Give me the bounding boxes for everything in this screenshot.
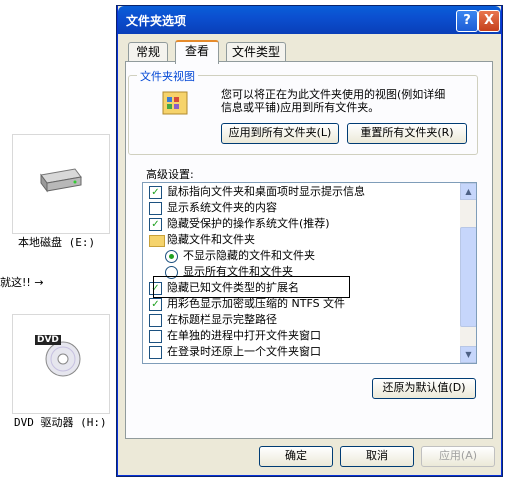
- radio-selected[interactable]: [165, 250, 178, 263]
- tab-file-types[interactable]: 文件类型: [226, 42, 286, 62]
- checkbox-unchecked[interactable]: [149, 330, 162, 343]
- folder-icon: [149, 235, 165, 247]
- checkbox-unchecked[interactable]: [149, 202, 162, 215]
- help-button[interactable]: ?: [456, 10, 478, 32]
- local-disk-tile[interactable]: [12, 134, 110, 234]
- tab-view[interactable]: 查看: [175, 40, 219, 64]
- folder-options-dialog: 文件夹选项 ? X 常规 查看 文件类型 文件夹视图 您可以将正在为此文件夹使用…: [117, 6, 502, 476]
- setting-label: 显示系统文件夹的内容: [167, 201, 277, 214]
- setting-label: 用彩色显示加密或压缩的 NTFS 文件: [167, 297, 346, 310]
- checkbox-unchecked[interactable]: [149, 346, 162, 359]
- dvd-drive-label: DVD 驱动器 (H:): [14, 416, 107, 429]
- scroll-thumb[interactable]: [460, 227, 476, 327]
- dvd-badge: DVD: [35, 335, 61, 345]
- cancel-button[interactable]: 取消: [340, 446, 414, 467]
- checkbox-checked[interactable]: ✓: [149, 186, 162, 199]
- checkbox-unchecked[interactable]: [149, 314, 162, 327]
- folder-view-icon: [162, 91, 188, 115]
- restore-defaults-button[interactable]: 还原为默认值(D): [372, 378, 476, 399]
- folder-view-desc-2: 信息或平铺)应用到所有文件夹。: [221, 101, 380, 114]
- scroll-up-icon[interactable]: ▲: [460, 183, 476, 200]
- checkbox-checked[interactable]: ✓: [149, 298, 162, 311]
- advanced-settings-label: 高级设置:: [146, 168, 194, 181]
- title-bar[interactable]: 文件夹选项 ? X: [118, 6, 501, 34]
- setting-label: 不显示隐藏的文件和文件夹: [183, 249, 315, 262]
- hard-drive-icon: [40, 168, 82, 193]
- tab-general[interactable]: 常规: [128, 42, 168, 62]
- annotation-text: 就这!! →: [0, 276, 44, 289]
- setting-label: 在登录时还原上一个文件夹窗口: [167, 345, 321, 358]
- advanced-settings-list[interactable]: ✓ 鼠标指向文件夹和桌面项时显示提示信息 显示系统文件夹的内容 ✓ 隐藏受保护的…: [142, 182, 477, 364]
- setting-label: 隐藏受保护的操作系统文件(推荐): [167, 217, 330, 230]
- apply-button[interactable]: 应用(A): [421, 446, 495, 467]
- checkbox-checked[interactable]: ✓: [149, 218, 162, 231]
- setting-label: 在标题栏显示完整路径: [167, 313, 277, 326]
- scroll-down-icon[interactable]: ▼: [460, 346, 476, 363]
- local-disk-label: 本地磁盘 (E:): [18, 236, 96, 249]
- vertical-scrollbar[interactable]: ▲ ▼: [460, 183, 476, 363]
- close-button[interactable]: X: [478, 10, 500, 32]
- setting-label: 在单独的进程中打开文件夹窗口: [167, 329, 321, 342]
- folder-view-group: 文件夹视图 您可以将正在为此文件夹使用的视图(例如详细 信息或平铺)应用到所有文…: [128, 68, 478, 155]
- setting-label: 隐藏文件和文件夹: [167, 233, 255, 246]
- apply-to-all-folders-button[interactable]: 应用到所有文件夹(L): [221, 123, 339, 144]
- ok-button[interactable]: 确定: [259, 446, 333, 467]
- dvd-drive-tile[interactable]: DVD: [12, 314, 110, 414]
- dialog-title: 文件夹选项: [126, 14, 187, 28]
- reset-all-folders-button[interactable]: 重置所有文件夹(R): [347, 123, 467, 144]
- highlight-box: [153, 276, 350, 298]
- setting-label: 鼠标指向文件夹和桌面项时显示提示信息: [167, 185, 365, 198]
- folder-view-title: 文件夹视图: [137, 68, 198, 84]
